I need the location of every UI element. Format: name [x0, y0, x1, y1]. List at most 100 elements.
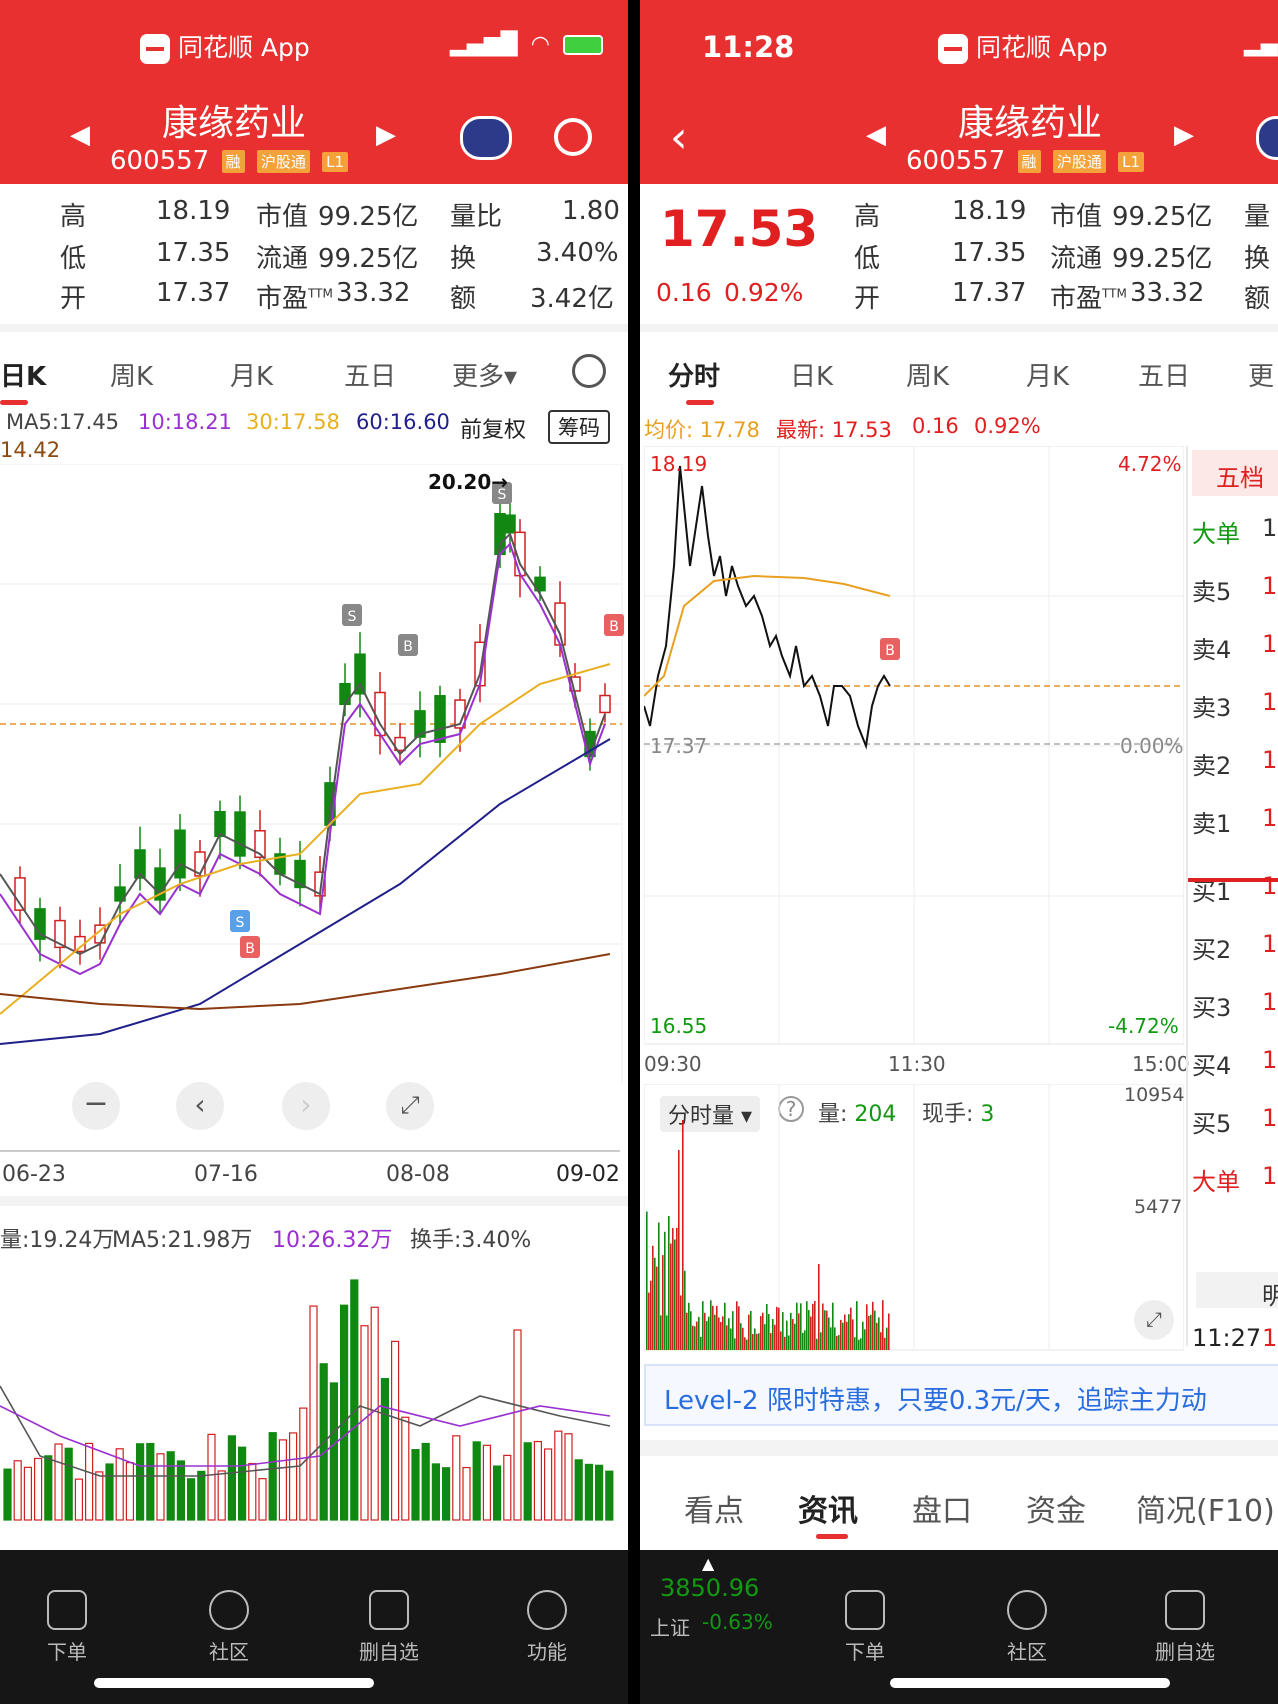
prev-stock-icon[interactable]: ◀: [70, 120, 90, 150]
nav-order[interactable]: 下单: [820, 1590, 910, 1665]
volume-bar: [125, 1462, 135, 1521]
intraday-price-chart[interactable]: B: [644, 446, 1184, 1046]
volume-bar: [886, 1327, 888, 1350]
volume-bar: [706, 1321, 708, 1350]
chevron-right-icon[interactable]: ›: [282, 1082, 330, 1130]
volume-bar: [732, 1311, 734, 1350]
volume-bar: [217, 1470, 226, 1521]
stock-name: 康缘药业: [958, 103, 1103, 144]
robot-assistant-icon[interactable]: [1256, 116, 1278, 160]
volume-bar: [652, 1245, 654, 1350]
order-book-row: 买2: [1192, 936, 1232, 964]
tab-monthly-k[interactable]: 月K: [230, 356, 273, 393]
top-pct-label: 4.72%: [1118, 452, 1182, 476]
prev-stock-icon[interactable]: ◀: [866, 120, 886, 150]
low-label: 低: [60, 244, 87, 274]
search-icon[interactable]: [554, 118, 592, 156]
chevron-left-icon[interactable]: ‹: [176, 1082, 224, 1130]
zoom-out-icon[interactable]: −: [72, 1082, 120, 1130]
candlestick-chart[interactable]: SSBBSB: [0, 464, 628, 1084]
divider: [0, 1196, 628, 1206]
tab-daily-k[interactable]: 日K: [790, 356, 833, 393]
volume-bar: [187, 1478, 196, 1521]
battery-icon: [562, 35, 603, 55]
info-tab-highlights[interactable]: 看点: [684, 1486, 744, 1530]
high-value: 18.19: [952, 196, 1027, 226]
volume-bar: [13, 1460, 22, 1521]
next-stock-icon[interactable]: ▶: [376, 120, 396, 150]
volume-bar: [340, 1304, 349, 1521]
tab-five-day[interactable]: 五日: [1138, 356, 1190, 393]
index-value[interactable]: 3850.96: [660, 1574, 759, 1602]
order-book-title[interactable]: 五档: [1216, 458, 1264, 493]
volume-bar: [658, 1222, 660, 1350]
volume-bar: [442, 1467, 451, 1521]
detail-tab[interactable]: 明: [1262, 1276, 1278, 1311]
intraday-volume-chart[interactable]: [644, 1084, 1184, 1352]
status-icons: ▂▄▆█ ◠: [450, 32, 603, 57]
stock-code-row: 600557 融 沪股通 L1: [110, 146, 348, 176]
nav-functions[interactable]: 功能: [502, 1590, 592, 1665]
tab-weekly-k[interactable]: 周K: [906, 356, 949, 393]
volume-bar: [660, 1315, 662, 1350]
volume-bar: [872, 1301, 874, 1350]
adjust-mode[interactable]: 前复权: [460, 412, 526, 444]
volume-bar: [874, 1310, 876, 1350]
tab-more[interactable]: 更: [1248, 356, 1274, 393]
volume-ma5-label: MA5:21.98万: [112, 1228, 253, 1253]
volume-bar: [678, 1150, 680, 1350]
pe-value: 33.32: [1130, 278, 1205, 308]
chip-button[interactable]: 筹码: [548, 410, 610, 444]
info-tab-capital[interactable]: 资金: [1026, 1486, 1086, 1530]
ma-extra-label: 14.42: [0, 438, 61, 462]
volume-bar: [862, 1321, 864, 1350]
candle-body: [504, 514, 516, 534]
promo-text[interactable]: Level-2 限时特惠，只要0.3元/天，追踪主力动: [664, 1380, 1207, 1417]
order-book-row: 大单: [1192, 1168, 1240, 1196]
volume-bar: [796, 1302, 798, 1350]
back-icon[interactable]: ‹: [670, 112, 688, 163]
nav-remove-watch[interactable]: 删自选: [1140, 1590, 1230, 1665]
volume-bar: [664, 1231, 666, 1350]
order-book-value: 17: [1262, 1162, 1278, 1190]
info-tab-orderbook[interactable]: 盘口: [912, 1486, 972, 1530]
nav-order[interactable]: 下单: [22, 1590, 112, 1665]
volume-bar: [802, 1332, 804, 1350]
volume-bar: [329, 1382, 338, 1521]
nav-community[interactable]: 社区: [982, 1590, 1072, 1665]
tab-five-day[interactable]: 五日: [344, 356, 396, 393]
robot-assistant-icon[interactable]: [460, 116, 512, 160]
tab-daily-k[interactable]: 日K: [0, 356, 46, 393]
open-value: 17.37: [156, 278, 231, 308]
book-divider: [1186, 446, 1188, 1346]
index-pct: -0.63%: [702, 1610, 773, 1634]
volume-bar: [533, 1440, 543, 1521]
tab-intraday[interactable]: 分时: [668, 356, 720, 393]
last-price: 17.53: [660, 200, 819, 258]
status-time: 11:28: [702, 30, 795, 64]
order-book-row: 买5: [1192, 1110, 1232, 1138]
nav-community[interactable]: 社区: [184, 1590, 274, 1665]
tab-monthly-k[interactable]: 月K: [1026, 356, 1069, 393]
volume-bar: [370, 1306, 379, 1521]
volume-bar: [724, 1302, 726, 1350]
volume-bar: [754, 1328, 756, 1350]
volume-bar: [840, 1319, 842, 1350]
fullscreen-icon[interactable]: ⤢: [386, 1082, 434, 1130]
fullscreen-icon[interactable]: ⤢: [1134, 1300, 1174, 1340]
date-label-1: 06-23: [2, 1162, 66, 1187]
next-stock-icon[interactable]: ▶: [1174, 120, 1194, 150]
order-book-value: 17: [1262, 988, 1278, 1016]
volume-bar-chart[interactable]: [0, 1256, 628, 1526]
info-tab-news[interactable]: 资讯: [798, 1486, 858, 1530]
order-book-row: 大单: [1192, 520, 1240, 548]
order-icon: [47, 1590, 87, 1630]
volume-bar: [696, 1321, 698, 1350]
volume-bar: [360, 1325, 369, 1521]
tab-weekly-k[interactable]: 周K: [110, 356, 153, 393]
tab-more[interactable]: 更多▾: [452, 356, 517, 393]
info-tab-profile[interactable]: 简况(F10): [1136, 1486, 1275, 1530]
pe-value: 33.32: [336, 278, 411, 308]
nav-remove-watch[interactable]: 删自选: [344, 1590, 434, 1665]
settings-gear-icon[interactable]: [572, 354, 606, 388]
